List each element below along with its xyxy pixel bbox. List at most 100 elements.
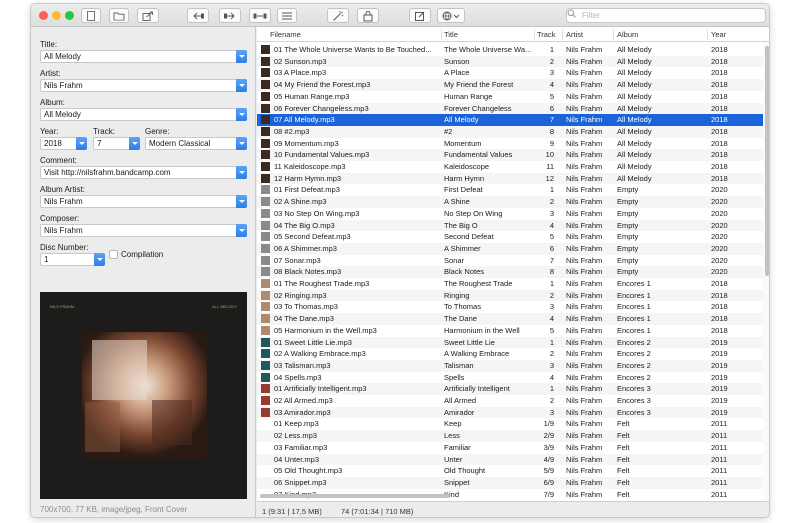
cell-artist: Nils Frahm xyxy=(566,396,603,405)
table-row[interactable]: 05 Human Range.mp3 Human Range 5 Nils Frahm… xyxy=(257,91,763,103)
cell-year: 2019 xyxy=(711,372,728,382)
cell-title: Sonar xyxy=(444,255,465,265)
table-row[interactable]: 03 Talisman.mp3 Talisman 3 Nils Frahm Encore… xyxy=(257,359,763,372)
compilation-checkbox[interactable] xyxy=(109,250,118,259)
genre-field[interactable]: Modern Classical xyxy=(145,137,247,150)
table-row[interactable]: 04 My Friend the Forest.mp3 My Friend the… xyxy=(257,79,763,91)
cell-year: 2018 xyxy=(711,103,728,113)
genre-dropdown-icon[interactable] xyxy=(236,137,247,150)
track-dropdown-icon[interactable] xyxy=(129,137,140,150)
table-row[interactable]: 02 Less.mp3 Less 2/9 Nils Frahm Felt 2011 xyxy=(257,430,763,442)
table-row[interactable]: 09 Momentum.mp3 Momentum 9 Nils Frahm All Me… xyxy=(257,138,763,150)
composer-field[interactable]: Nils Frahm xyxy=(40,224,247,237)
table-row[interactable]: 12 Harm Hymn.mp3 Harm Hymn 12 Nils Frahm All… xyxy=(257,172,763,185)
title-dropdown-icon[interactable] xyxy=(236,50,247,63)
table-row[interactable]: 06 A Shimmer.mp3 A Shimmer 6 Nils Frahm Empt… xyxy=(257,242,763,255)
artwork-button[interactable] xyxy=(357,8,379,23)
composer-dropdown-icon[interactable] xyxy=(236,224,247,237)
minimize-window-button[interactable] xyxy=(52,11,61,20)
table-row[interactable]: 05 Old Thought.mp3 Old Thought 5/9 Nils Fra… xyxy=(257,465,763,477)
export-button[interactable] xyxy=(137,8,159,23)
row-artwork-icon xyxy=(261,115,270,125)
vertical-scroll-thumb[interactable] xyxy=(765,46,769,276)
cell-album: Empty xyxy=(617,255,639,265)
cell-title: Black Notes xyxy=(444,267,485,277)
col-header-filename[interactable]: Filename xyxy=(270,30,301,39)
table-row[interactable]: 03 No Step On Wing.mp3 No Step On Wing 3 Ni… xyxy=(257,208,763,220)
album-artist-dropdown-icon[interactable] xyxy=(236,195,247,208)
table-row[interactable]: 01 First Defeat.mp3 First Defeat 1 Nils Fra… xyxy=(257,184,763,196)
table-row[interactable]: 02 Sunson.mp3 Sunson 2 Nils Frahm All Melody… xyxy=(257,55,763,68)
search-input[interactable]: Filter xyxy=(566,8,766,23)
table-row[interactable]: 07 Sonar.mp3 Sonar 7 Nils Frahm Empty 2020 xyxy=(257,255,763,267)
zoom-window-button[interactable] xyxy=(65,11,74,20)
table-row[interactable]: 01 The Roughest Trade.mp3 The Roughest Tr… xyxy=(257,278,763,290)
table-row[interactable]: 04 Unter.mp3 Unter 4/9 Nils Frahm Felt 2011 xyxy=(257,453,763,466)
disc-number-dropdown-icon[interactable] xyxy=(94,253,105,266)
track-field[interactable]: 7 xyxy=(93,137,140,150)
table-row[interactable]: 02 A Shine.mp3 A Shine 2 Nils Frahm Empty 202… xyxy=(257,196,763,208)
table-row[interactable]: 06 Snippet.mp3 Snippet 6/9 Nils Frahm Felt 20… xyxy=(257,476,763,489)
table-row[interactable]: 01 Artificially Intelligent.mp3 Artificia… xyxy=(257,383,763,395)
web-lookup-button[interactable] xyxy=(437,8,465,23)
tools-button[interactable] xyxy=(327,8,349,23)
col-header-year[interactable]: Year xyxy=(711,30,726,39)
table-row[interactable]: 03 Familiar.mp3 Familiar 3/9 Nils Frahm Felt… xyxy=(257,442,763,454)
cell-album: Empty xyxy=(617,243,639,253)
table-row[interactable]: 01 Keep.mp3 Keep 1/9 Nils Frahm Felt 2011 xyxy=(257,418,763,430)
filename-from-tag-button[interactable] xyxy=(219,8,241,23)
disc-number-field[interactable]: 1 xyxy=(40,253,105,266)
lock-icon xyxy=(363,10,373,21)
cell-title: The Whole Universe Wa... xyxy=(444,45,532,54)
col-header-title[interactable]: Title xyxy=(444,30,458,39)
cell-album: Felt xyxy=(617,431,630,441)
table-row[interactable]: 06 Forever Changeless.mp3 Forever Changel… xyxy=(257,102,763,115)
artist-dropdown-icon[interactable] xyxy=(236,79,247,92)
table-row[interactable]: 08 Black Notes.mp3 Black Notes 8 Nils Frahm… xyxy=(257,266,763,278)
list-view-button[interactable] xyxy=(277,8,297,23)
table-row[interactable]: 01 Sweet Little Lie.mp3 Sweet Little Lie 1… xyxy=(257,336,763,349)
comment-dropdown-icon[interactable] xyxy=(236,166,247,179)
row-artwork-icon xyxy=(261,220,270,230)
table-row[interactable]: 03 A Place.mp3 A Place 3 Nils Frahm All Melo… xyxy=(257,67,763,79)
table-row[interactable]: 02 All Armed.mp3 All Armed 2 Nils Frahm Enco… xyxy=(257,395,763,407)
table-row[interactable]: 10 Fundamental Values.mp3 Fundamental Val… xyxy=(257,149,763,161)
table-row[interactable]: 01 The Whole Universe Wants to Be Touche… xyxy=(257,44,763,56)
table-row[interactable]: 05 Harmonium in the Well.mp3 Harmonium in… xyxy=(257,325,763,337)
album-cover-image[interactable]: NILS FRAHM ALL MELODY xyxy=(40,292,247,499)
table-row[interactable]: 05 Second Defeat.mp3 Second Defeat 5 Nils F… xyxy=(257,231,763,243)
table-row[interactable]: 03 To Thomas.mp3 To Thomas 3 Nils Frahm Enco… xyxy=(257,301,763,313)
vertical-scrollbar[interactable] xyxy=(763,42,769,501)
swap-button[interactable] xyxy=(249,8,271,23)
col-header-album[interactable]: Album xyxy=(617,30,638,39)
cell-album: Encores 2 xyxy=(617,337,651,347)
horizontal-scroll-thumb[interactable] xyxy=(260,494,450,498)
year-dropdown-icon[interactable] xyxy=(76,137,87,150)
table-row[interactable]: 08 #2.mp3 #2 8 Nils Frahm All Melody 2018 xyxy=(257,125,763,138)
new-button[interactable] xyxy=(81,8,101,23)
table-row[interactable]: 02 A Walking Embrace.mp3 A Walking Embrac… xyxy=(257,348,763,360)
comment-field[interactable]: Visit http://nilsfrahm.bandcamp.com xyxy=(40,166,247,179)
title-field[interactable]: All Melody xyxy=(40,50,247,63)
album-artist-field[interactable]: Nils Frahm xyxy=(40,195,247,208)
cell-title: No Step On Wing xyxy=(444,208,503,218)
open-folder-button[interactable] xyxy=(109,8,129,23)
tag-from-filename-button[interactable] xyxy=(187,8,209,23)
album-field[interactable]: All Melody xyxy=(40,108,247,121)
table-row[interactable]: 02 Ringing.mp3 Ringing 2 Nils Frahm Encores … xyxy=(257,289,763,302)
col-header-artist[interactable]: Artist xyxy=(566,30,583,39)
album-dropdown-icon[interactable] xyxy=(236,108,247,121)
cell-artist: Nils Frahm xyxy=(566,454,603,464)
table-row[interactable]: 04 Spells.mp3 Spells 4 Nils Frahm Encores 2 2… xyxy=(257,372,763,384)
table-row[interactable]: 04 The Big O.mp3 The Big O 4 Nils Frahm Empt… xyxy=(257,219,763,232)
table-row[interactable]: 11 Kaleidoscope.mp3 Kaleidoscope 11 Nils Fr… xyxy=(257,161,763,173)
close-window-button[interactable] xyxy=(39,11,48,20)
table-row[interactable]: 03 Amirador.mp3 Amirador 3 Nils Frahm Encore… xyxy=(257,406,763,419)
artist-field[interactable]: Nils Frahm xyxy=(40,79,247,92)
arrow-left-icon xyxy=(193,12,204,19)
col-header-track[interactable]: Track xyxy=(537,30,555,39)
table-row[interactable]: 04 The Dane.mp3 The Dane 4 Nils Frahm Encore… xyxy=(257,313,763,325)
table-row[interactable]: 07 All Melody.mp3 All Melody 7 Nils Frahm Al… xyxy=(257,114,763,126)
year-field[interactable]: 2018 xyxy=(40,137,87,150)
edit-button[interactable] xyxy=(409,8,431,23)
